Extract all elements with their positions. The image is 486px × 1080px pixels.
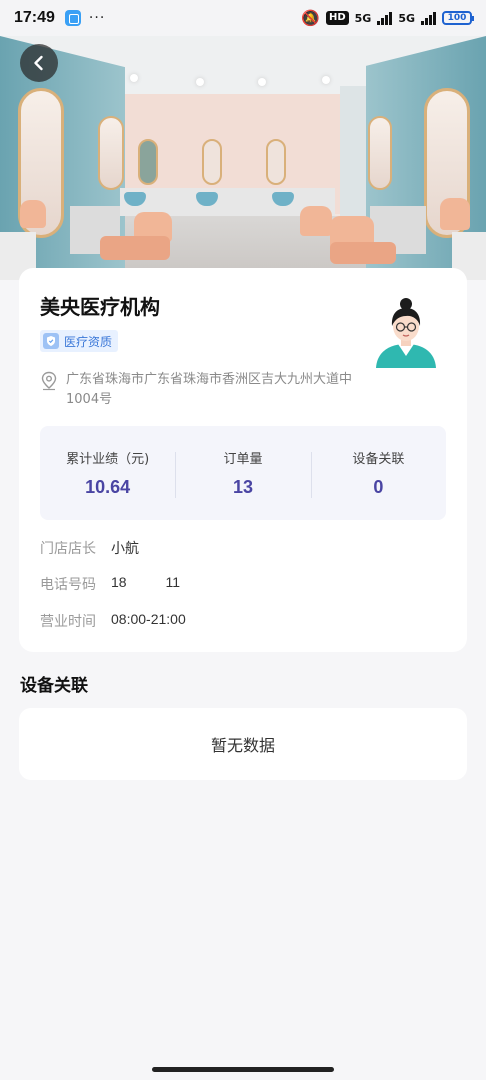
stat-value: 13 <box>232 477 253 497</box>
stat-orders: 订单量 13 <box>175 448 310 498</box>
phone-row: 电话号码 18 11 <box>40 574 180 594</box>
shield-icon <box>43 333 59 349</box>
stat-label: 设备关联 <box>352 452 405 467</box>
stats-panel: 累计业绩（元) 10.64 订单量 13 设备关联 0 <box>40 426 446 520</box>
network-label-1: 5G <box>354 11 372 25</box>
location-pin-icon <box>41 371 57 391</box>
store-name: 美央医疗机构 <box>40 295 160 319</box>
hero-chair <box>100 236 170 260</box>
signal-icon-1 <box>377 11 393 25</box>
store-info-card: 美央医疗机构 医疗资质 广东省珠海市广东省珠海市香洲区吉大九州大道中1004号 … <box>19 268 467 652</box>
store-address: 广东省珠海市广东省珠海市香洲区吉大九州大道中1004号 <box>40 370 360 410</box>
hero-chair <box>440 198 470 230</box>
phone-value[interactable]: 18 11 <box>111 574 180 594</box>
mute-icon: 🔕 <box>301 9 320 27</box>
qualification-badge-label: 医疗资质 <box>64 334 113 349</box>
hours-value: 08:00-21:00 <box>111 611 186 627</box>
status-right: 🔕 HD 5G 5G 100 <box>301 9 474 27</box>
manager-value: 小航 <box>111 540 139 556</box>
battery-icon: 100 <box>442 11 474 25</box>
status-bar: 17:49 ··· 🔕 HD 5G 5G 100 <box>0 0 486 36</box>
manager-row: 门店店长 小航 <box>40 538 139 558</box>
hero-mirror <box>202 139 222 185</box>
app-notification-icon <box>64 10 81 26</box>
stat-devices: 设备关联 0 <box>310 448 446 498</box>
store-hero-image <box>0 36 486 280</box>
network-label-2: 5G <box>398 11 415 25</box>
hero-light <box>258 78 266 86</box>
device-section-title: 设备关联 <box>20 676 88 696</box>
hero-mirror <box>266 139 286 185</box>
phone-label: 电话号码 <box>40 577 96 593</box>
more-notifications-icon: ··· <box>88 10 106 26</box>
manager-label: 门店店长 <box>40 541 96 557</box>
qualification-badge[interactable]: 医疗资质 <box>40 330 119 352</box>
stat-revenue: 累计业绩（元) 10.64 <box>40 448 175 498</box>
status-time: 17:49 <box>14 9 55 26</box>
hero-chair <box>300 206 332 236</box>
hero-chair <box>330 242 396 264</box>
hd-voice-icon: HD <box>325 11 349 25</box>
hero-mirror <box>98 116 124 190</box>
back-button[interactable] <box>20 44 58 82</box>
signal-icon-2 <box>421 11 436 25</box>
hero-chair <box>20 200 46 228</box>
hero-mirror <box>368 116 392 190</box>
stat-value: 0 <box>373 477 384 497</box>
hours-row: 营业时间 08:00-21:00 <box>40 611 186 631</box>
back-arrow-icon <box>34 55 43 71</box>
stat-label: 累计业绩（元) <box>66 452 150 467</box>
hero-mirror <box>138 139 158 185</box>
stat-label: 订单量 <box>223 452 263 467</box>
device-empty-card: 暂无数据 <box>19 708 467 780</box>
store-address-text: 广东省珠海市广东省珠海市香洲区吉大九州大道中1004号 <box>66 372 353 407</box>
home-indicator[interactable] <box>152 1067 334 1072</box>
hero-light <box>196 78 204 86</box>
avatar-illustration <box>376 298 436 368</box>
empty-state-text: 暂无数据 <box>210 736 275 755</box>
hours-label: 营业时间 <box>40 614 96 630</box>
stat-value: 10.64 <box>85 477 131 497</box>
hero-light <box>322 76 330 84</box>
hero-light <box>130 74 138 82</box>
